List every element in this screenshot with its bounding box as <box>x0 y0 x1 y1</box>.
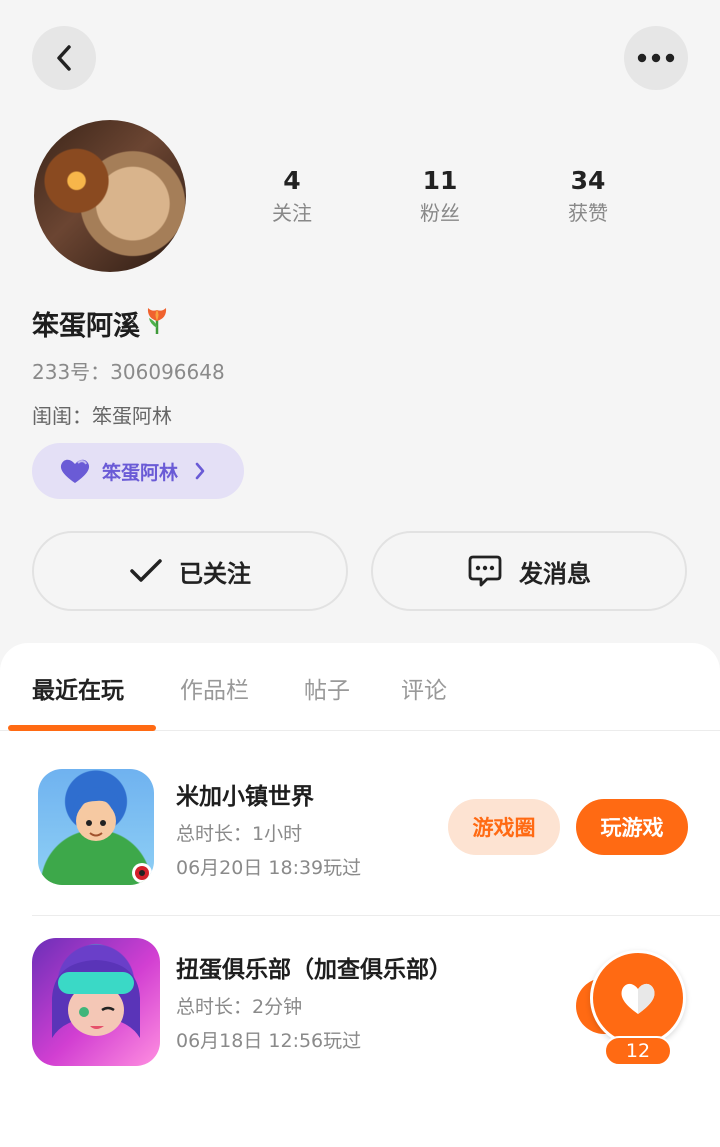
game-duration: 总时长：1小时 <box>176 823 303 845</box>
stat-followers[interactable]: 11 粉丝 <box>366 164 514 228</box>
game-duration: 总时长：2分钟 <box>176 996 303 1018</box>
top-bar <box>0 0 720 110</box>
game-title: 米加小镇世界 <box>176 784 314 810</box>
active-tab-indicator <box>8 725 156 731</box>
more-button[interactable] <box>624 26 688 90</box>
game-title: 扭蛋俱乐部（加查俱乐部） <box>176 957 452 983</box>
followed-button[interactable]: 已关注 <box>32 531 348 611</box>
floating-like-button[interactable]: 12 <box>576 950 688 1070</box>
stat-label: 获赞 <box>568 201 608 225</box>
bestie-pill[interactable]: 笨蛋阿林 <box>32 443 244 499</box>
send-message-label: 发消息 <box>519 559 591 588</box>
avatar[interactable] <box>34 120 186 272</box>
chat-bubble-icon <box>468 555 502 587</box>
tab-comments[interactable]: 评论 <box>401 671 447 705</box>
tab-posts[interactable]: 帖子 <box>304 671 350 705</box>
stat-likes[interactable]: 34 获赞 <box>514 164 662 228</box>
game-row[interactable]: 米加小镇世界 总时长：1小时 06月20日 18:39玩过 游戏圈 玩游戏 <box>32 767 720 907</box>
game-icon-art <box>72 787 152 883</box>
like-count-badge: 12 <box>604 1036 672 1066</box>
bestie-line: 闺闺：笨蛋阿林 <box>32 404 172 428</box>
stat-value: 34 <box>570 166 606 195</box>
play-game-button[interactable]: 玩游戏 <box>576 799 688 855</box>
stat-label: 关注 <box>272 201 312 225</box>
stat-label: 粉丝 <box>420 201 460 225</box>
back-button[interactable] <box>32 26 96 90</box>
game-last-played: 06月18日 12:56玩过 <box>176 1030 362 1052</box>
game-circle-button[interactable]: 游戏圈 <box>448 799 560 855</box>
bestie-pill-label: 笨蛋阿林 <box>102 461 179 484</box>
tab-bar: 最近在玩 作品栏 帖子 评论 <box>0 643 720 731</box>
profile-name: 笨蛋阿溪 <box>32 304 170 343</box>
chevron-left-icon <box>57 45 71 71</box>
stat-following[interactable]: 4 关注 <box>218 164 366 228</box>
content-panel: 最近在玩 作品栏 帖子 评论 米加小镇世界 总时长：1小时 06月20日 18:… <box>0 643 720 1147</box>
game-icon-art <box>52 960 140 1038</box>
user-id: 233号：306096648 <box>32 360 225 384</box>
stat-value: 11 <box>422 166 458 195</box>
tab-works[interactable]: 作品栏 <box>180 671 249 705</box>
game-icon[interactable] <box>32 938 160 1066</box>
profile-name-text: 笨蛋阿溪 <box>32 311 140 342</box>
tulip-icon <box>144 304 170 343</box>
followed-label: 已关注 <box>179 559 251 588</box>
check-icon <box>130 559 162 582</box>
game-icon[interactable] <box>38 769 154 885</box>
profile-stats: 4 关注 11 粉丝 34 获赞 <box>218 164 662 228</box>
heart-icon <box>621 983 655 1014</box>
send-message-button[interactable]: 发消息 <box>371 531 687 611</box>
tab-recently-played[interactable]: 最近在玩 <box>32 671 124 705</box>
chevron-right-icon <box>195 462 205 480</box>
divider <box>32 915 720 916</box>
purple-heart-icon <box>60 459 90 483</box>
more-dots-icon <box>637 53 675 63</box>
floating-like-circle[interactable] <box>590 950 686 1046</box>
stat-value: 4 <box>283 166 301 195</box>
game-last-played: 06月20日 18:39玩过 <box>176 857 362 879</box>
